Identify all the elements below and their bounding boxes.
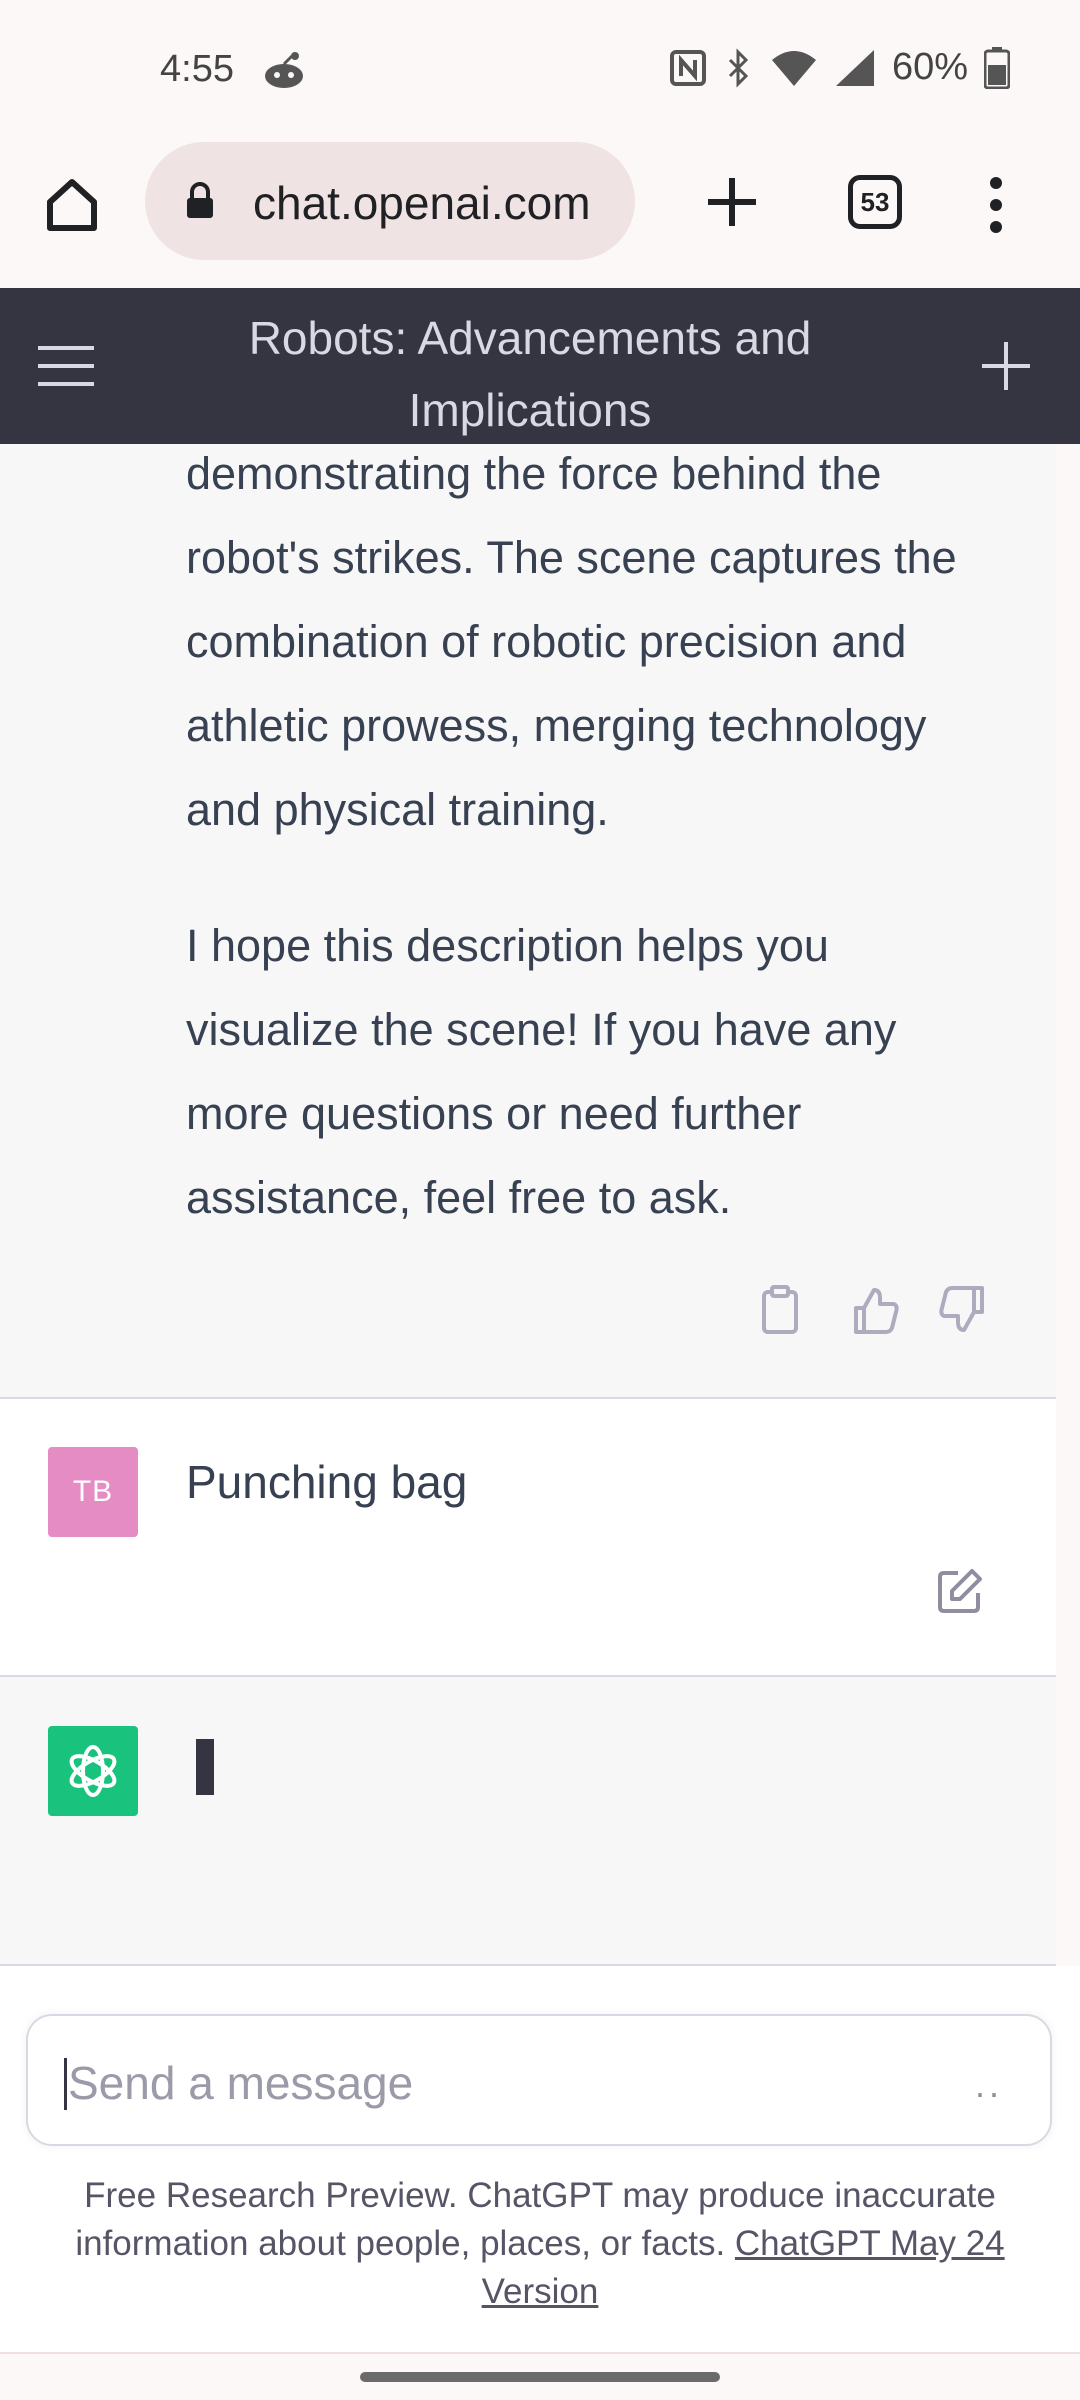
battery-icon — [984, 46, 1010, 89]
footer-disclaimer: Free Research Preview. ChatGPT may produ… — [40, 2172, 1040, 2316]
chat-header: Robots: Advancements and Implications — [0, 288, 1080, 444]
streaming-cursor — [196, 1739, 214, 1795]
openai-logo-icon — [48, 1726, 138, 1816]
tabs-icon[interactable]: 53 — [848, 175, 902, 229]
message-paragraph: I hope this description helps you visual… — [186, 920, 897, 1223]
user-message: TB Punching bag — [0, 1399, 1056, 1675]
assistant-message-streaming — [0, 1677, 1056, 1964]
more-vert-icon[interactable] — [985, 175, 1007, 235]
message-paragraph: demonstrating the force behind the robot… — [186, 448, 957, 835]
wifi-icon — [771, 50, 816, 86]
url-text: chat.openai.com — [253, 177, 591, 229]
browser-toolbar: chat.openai.com 53 — [0, 140, 1080, 288]
home-icon[interactable] — [42, 174, 102, 234]
send-button[interactable]: ·· — [974, 2072, 1002, 2114]
new-chat-plus-icon[interactable] — [980, 340, 1032, 392]
avatar-initials: TB — [72, 1475, 114, 1508]
assistant-message: demonstrating the force behind the robot… — [0, 444, 1056, 1397]
chat-title: Robots: Advancements and Implications — [248, 312, 812, 436]
message-input[interactable]: Send a message ·· — [26, 2014, 1052, 2146]
status-time: 4:55 — [160, 48, 234, 90]
hamburger-menu-icon[interactable] — [36, 344, 96, 388]
thumbs-up-icon[interactable] — [852, 1284, 900, 1336]
input-placeholder: Send a message — [68, 2057, 414, 2109]
reddit-icon — [265, 52, 303, 88]
message-actions — [0, 1284, 1056, 1344]
system-nav-bar — [0, 2354, 1080, 2400]
address-bar[interactable]: chat.openai.com — [145, 142, 635, 260]
text-caret — [64, 2058, 67, 2110]
thumbs-down-icon[interactable] — [938, 1284, 986, 1336]
composer-area: Send a message ·· Free Research Preview.… — [0, 1966, 1080, 2400]
tab-count: 53 — [860, 186, 890, 217]
battery-percent: 60% — [891, 46, 968, 88]
home-indicator[interactable] — [360, 2372, 720, 2382]
user-message-text: Punching bag — [186, 1456, 468, 1508]
edit-icon[interactable] — [936, 1567, 984, 1615]
cellular-signal-icon — [835, 49, 874, 86]
status-bar: 4:55 60% — [0, 0, 1080, 140]
plus-icon[interactable] — [700, 170, 764, 234]
clipboard-icon[interactable] — [756, 1284, 804, 1336]
nfc-icon — [669, 49, 706, 86]
avatar: TB — [48, 1447, 138, 1537]
lock-icon — [187, 182, 213, 218]
bluetooth-icon — [728, 47, 749, 88]
